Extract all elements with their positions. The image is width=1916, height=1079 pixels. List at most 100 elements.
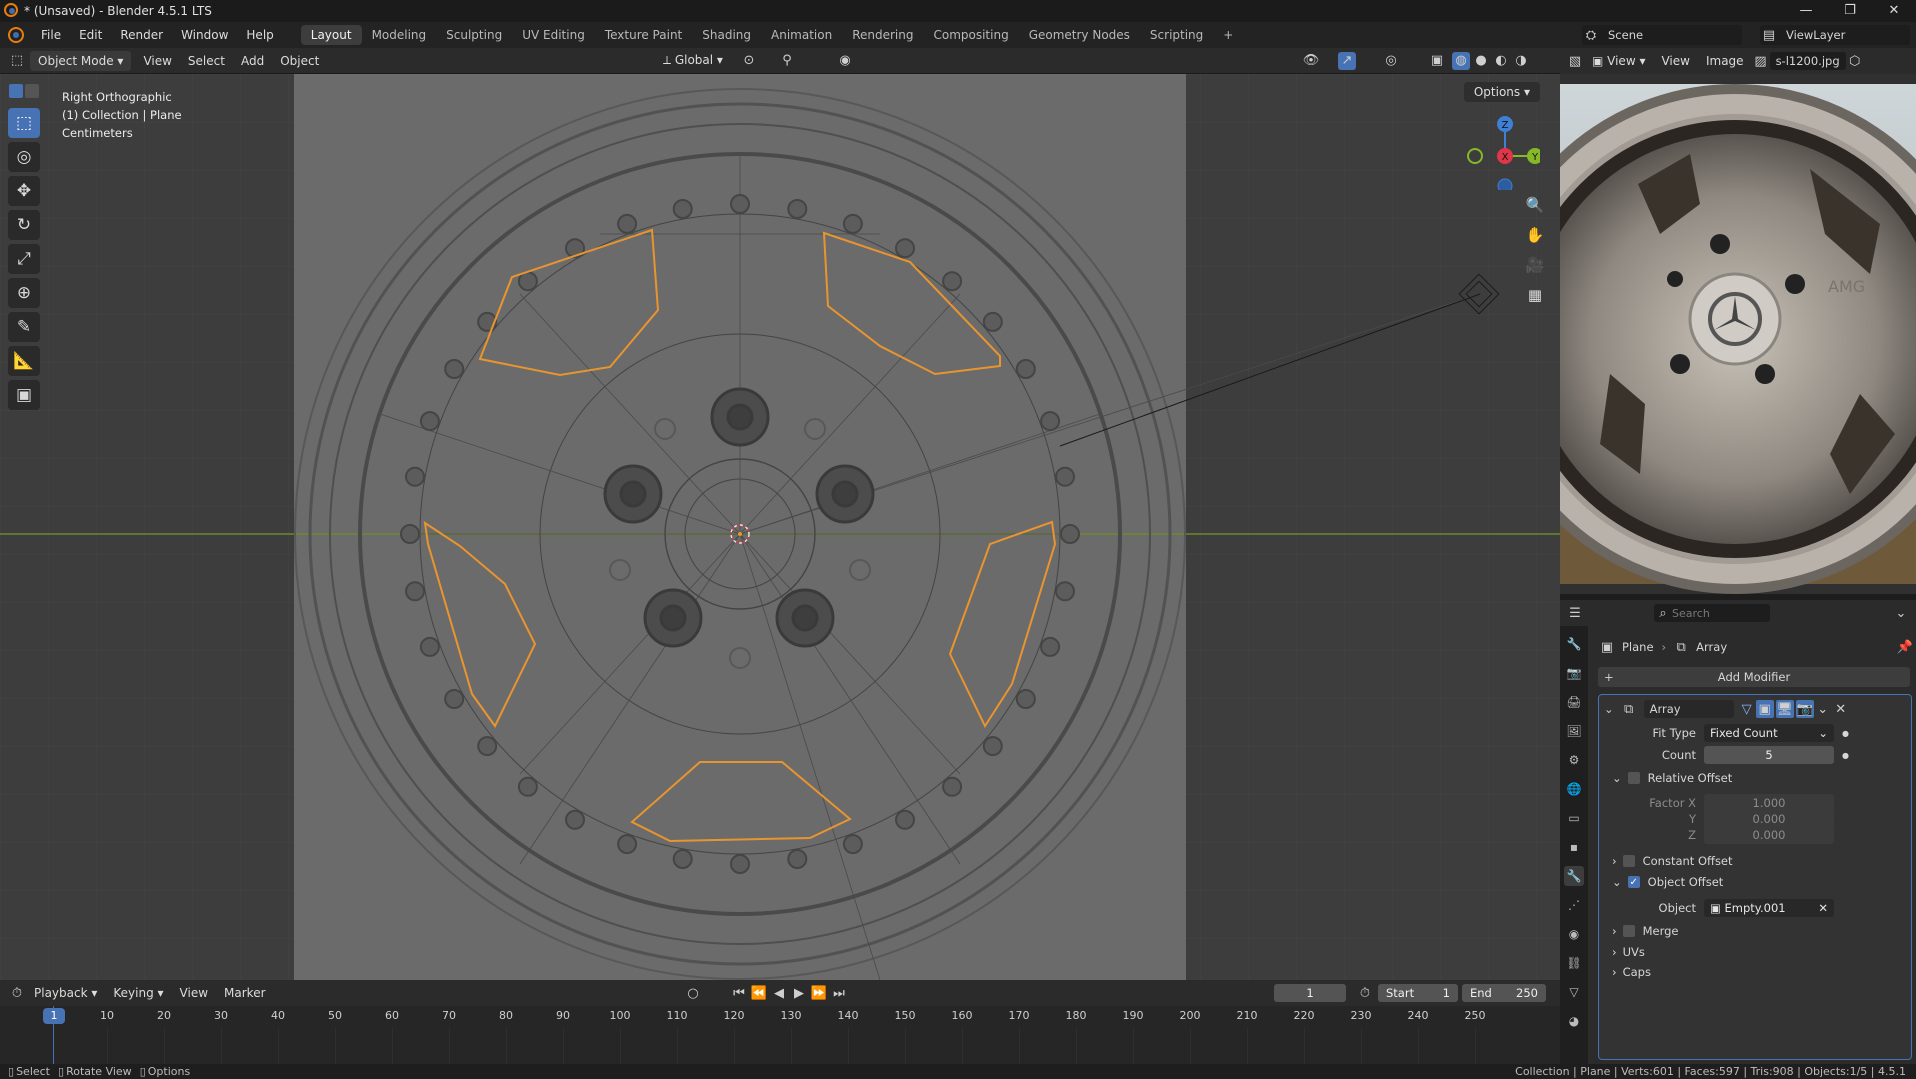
realtime-icon[interactable]: 🖥 xyxy=(1775,700,1794,718)
menu-marker[interactable]: Marker xyxy=(216,983,273,1003)
menu-select[interactable]: Select xyxy=(180,51,233,71)
frame-ruler[interactable]: 10 20 30 40 50 60 70 80 90 100 110 120 130 140 150 160 1… xyxy=(0,1006,1560,1064)
image-menu-image[interactable]: Image xyxy=(1698,51,1752,71)
tab-animation[interactable]: Animation xyxy=(761,25,842,45)
tab-texture-paint[interactable]: Texture Paint xyxy=(595,25,692,45)
object-offset-checkbox[interactable]: ✓ xyxy=(1627,876,1640,888)
options-dropdown[interactable]: Options ▾ xyxy=(1463,82,1540,102)
menu-help[interactable]: Help xyxy=(237,28,282,42)
count-field[interactable]: 5 xyxy=(1704,746,1834,764)
menu-edit[interactable]: Edit xyxy=(70,28,111,42)
scale-tool-icon[interactable]: ⤢ xyxy=(8,244,40,274)
start-frame-field[interactable]: Start 1 xyxy=(1378,984,1458,1002)
tab-shading[interactable]: Shading xyxy=(692,25,761,45)
add-modifier-button[interactable]: + Add Modifier xyxy=(1598,667,1910,687)
pin-icon[interactable]: 📌 xyxy=(1896,638,1914,656)
image-browse-icon[interactable]: ▨ xyxy=(1752,52,1770,70)
relative-offset-checkbox[interactable] xyxy=(1627,772,1640,784)
remove-modifier-icon[interactable]: ✕ xyxy=(1832,700,1850,718)
tab-modeling[interactable]: Modeling xyxy=(362,25,437,45)
orientation-dropdown[interactable]: ⟂ Global ▾ xyxy=(655,50,731,71)
material-tab-icon[interactable]: ◕ xyxy=(1564,1011,1584,1031)
image-pin-icon[interactable]: ⬡ xyxy=(1846,52,1864,70)
navigation-gizmo[interactable]: Z Y X xyxy=(1460,110,1540,190)
tab-layout[interactable]: Layout xyxy=(300,25,362,45)
tab-sculpting[interactable]: Sculpting xyxy=(436,25,512,45)
timeline-editor-type-icon[interactable]: ⏱ xyxy=(8,984,26,1002)
add-cube-tool-icon[interactable]: ▣ xyxy=(8,380,40,410)
proportional-edit-icon[interactable]: ◉ xyxy=(836,52,854,70)
end-frame-field[interactable]: End 250 xyxy=(1462,984,1546,1002)
gizmo-toggle-icon[interactable]: ↗ xyxy=(1338,51,1356,70)
modifier-menu-icon[interactable]: ⌄ xyxy=(1814,700,1832,718)
xray-icon[interactable]: ▣ xyxy=(1428,52,1446,70)
image-editor-type-icon[interactable]: ▧ xyxy=(1566,52,1584,70)
on-cage-icon[interactable]: ▽ xyxy=(1738,700,1756,718)
image-name-field[interactable]: s-l1200.jpg xyxy=(1769,52,1846,70)
menu-view[interactable]: View xyxy=(135,51,179,71)
menu-playback[interactable]: Playback ▾ xyxy=(26,983,105,1003)
select-box-tool-icon[interactable]: ⬚ xyxy=(8,108,40,138)
keyframe-dot-icon[interactable]: ● xyxy=(1842,751,1849,760)
jump-keyframe-forward-icon[interactable]: ⏩ xyxy=(810,984,828,1002)
viewport-canvas[interactable] xyxy=(0,74,1560,980)
tab-rendering[interactable]: Rendering xyxy=(842,25,923,45)
cursor-tool-icon[interactable]: ◎ xyxy=(8,142,40,172)
edit-mode-icon[interactable]: ▣ xyxy=(1755,700,1774,718)
viewlayer-selector[interactable]: ▤ ViewLayer xyxy=(1760,25,1910,45)
scene-tab-icon[interactable]: ⚙ xyxy=(1564,750,1584,770)
render-icon[interactable]: 📷 xyxy=(1795,700,1814,718)
move-tool-icon[interactable]: ✥ xyxy=(8,176,40,206)
overlay-icon[interactable]: ◎ xyxy=(1382,52,1400,70)
menu-render[interactable]: Render xyxy=(111,28,172,42)
minimize-button[interactable]: — xyxy=(1784,0,1828,22)
image-view-dropdown[interactable]: ▣ View ▾ xyxy=(1584,51,1653,71)
annotate-tool-icon[interactable]: ✎ xyxy=(8,312,40,342)
collapse-icon[interactable]: ⌄ xyxy=(1604,702,1614,716)
modifier-name-field[interactable]: Array xyxy=(1643,700,1734,718)
properties-search[interactable]: ⌕ Search xyxy=(1654,604,1770,622)
snap-icon[interactable]: ⚲ xyxy=(778,52,796,70)
timeline-area[interactable]: 10 20 30 40 50 60 70 80 90 100 110 120 130 140 150 160 1… xyxy=(0,1006,1560,1064)
maximize-button[interactable]: ❐ xyxy=(1828,0,1872,22)
menu-file[interactable]: File xyxy=(32,28,70,42)
auto-keying-icon[interactable]: ○ xyxy=(684,984,702,1002)
constant-offset-header[interactable]: › Constant Offset xyxy=(1604,854,1733,868)
clear-object-icon[interactable]: ✕ xyxy=(1818,901,1828,915)
collection-tab-icon[interactable]: ▭ xyxy=(1564,808,1584,828)
tool-tab-icon[interactable]: 🔧 xyxy=(1564,634,1584,654)
rotate-tool-icon[interactable]: ↻ xyxy=(8,210,40,240)
properties-options-icon[interactable]: ⌄ xyxy=(1892,604,1910,622)
constraints-tab-icon[interactable]: ⛓ xyxy=(1564,953,1584,973)
measure-tool-icon[interactable]: 📐 xyxy=(8,346,40,376)
select-extend-icon[interactable] xyxy=(25,84,39,98)
object-picker[interactable]: ▣ Empty.001 ✕ xyxy=(1704,899,1834,917)
close-window-button[interactable]: ✕ xyxy=(1872,0,1916,22)
jump-start-icon[interactable]: ⏮ xyxy=(730,984,748,1002)
pan-hand-icon[interactable]: ✋ xyxy=(1522,222,1548,248)
modifier-tab-icon[interactable]: 🔧 xyxy=(1564,866,1584,886)
tab-compositing[interactable]: Compositing xyxy=(923,25,1018,45)
keyframe-dot-icon[interactable]: ● xyxy=(1842,729,1849,738)
tab-geometry-nodes[interactable]: Geometry Nodes xyxy=(1019,25,1140,45)
rendered-shading-icon[interactable]: ◑ xyxy=(1512,52,1530,70)
zoom-icon[interactable]: 🔍 xyxy=(1522,192,1548,218)
merge-header[interactable]: › Merge xyxy=(1604,924,1679,938)
select-new-icon[interactable] xyxy=(9,84,23,98)
add-workspace-button[interactable]: + xyxy=(1213,25,1243,45)
menu-timeline-view[interactable]: View xyxy=(172,983,216,1003)
menu-window[interactable]: Window xyxy=(172,28,237,42)
current-frame-field[interactable]: 1 xyxy=(1274,984,1346,1002)
preview-range-icon[interactable]: ⏱ xyxy=(1356,984,1374,1002)
scene-selector[interactable]: ⛭ Scene xyxy=(1582,25,1742,45)
menu-keying[interactable]: Keying ▾ xyxy=(105,983,171,1003)
jump-keyframe-back-icon[interactable]: ⏪ xyxy=(750,984,768,1002)
render-tab-icon[interactable]: 📷 xyxy=(1564,663,1584,683)
jump-end-icon[interactable]: ⏭ xyxy=(830,984,848,1002)
visibility-icon[interactable]: 👁 xyxy=(1302,52,1320,70)
wireframe-shading-icon[interactable]: ◍ xyxy=(1452,51,1470,70)
camera-view-icon[interactable]: 🎥 xyxy=(1522,252,1548,278)
properties-editor-type-icon[interactable]: ☰ xyxy=(1566,604,1584,622)
playhead-label[interactable]: 1 xyxy=(43,1008,65,1024)
tab-scripting[interactable]: Scripting xyxy=(1140,25,1213,45)
